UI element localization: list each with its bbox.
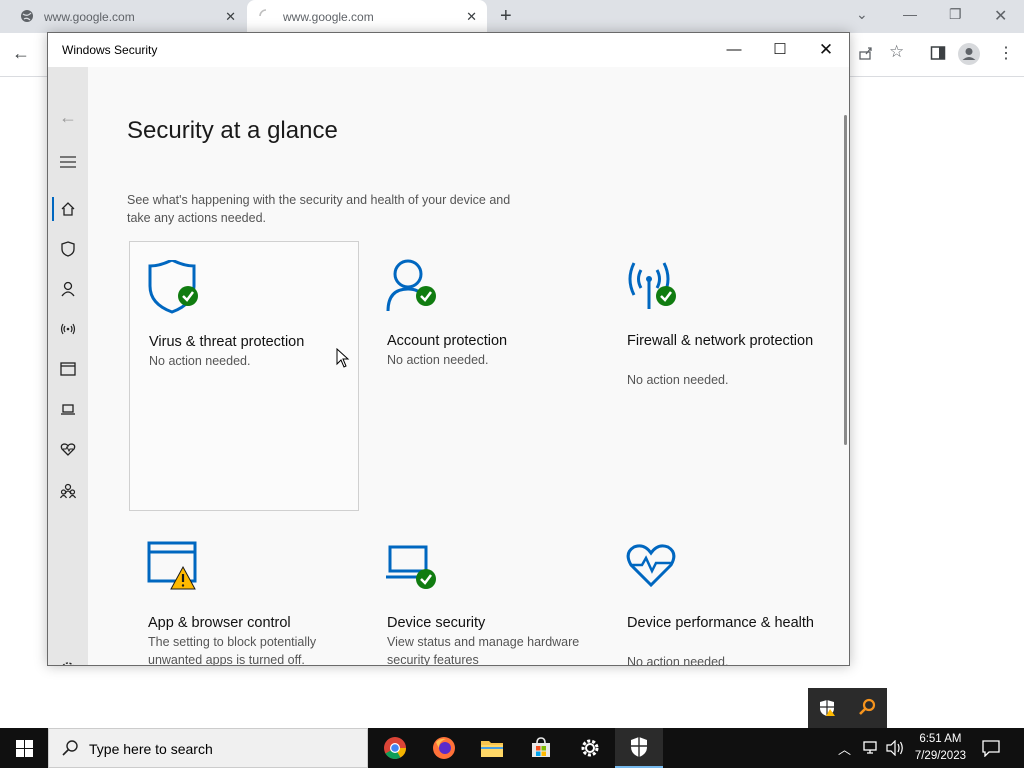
heart-pulse-icon xyxy=(626,541,686,597)
person-check-icon xyxy=(386,259,446,315)
profile-avatar[interactable] xyxy=(958,43,980,70)
windows-security-window: Windows Security — ☐ ✕ ← Security at a g… xyxy=(47,32,850,666)
taskbar-search-box[interactable]: Type here to search xyxy=(48,728,368,768)
tile-status: The setting to block potentially unwante… xyxy=(148,635,317,665)
shield-icon[interactable] xyxy=(58,239,78,259)
tray-overflow-flyout xyxy=(808,688,887,728)
tile-status: No action needed. xyxy=(387,353,489,367)
search-icon xyxy=(62,740,78,761)
search-tool-tray-icon[interactable] xyxy=(858,698,876,721)
browser-tab-active[interactable]: www.google.com ✕ xyxy=(247,0,487,33)
tile-app-browser-control[interactable]: App & browser control The setting to blo… xyxy=(129,523,359,665)
family-icon[interactable] xyxy=(58,481,78,501)
search-placeholder: Type here to search xyxy=(89,741,213,757)
heart-icon[interactable] xyxy=(58,439,78,459)
window-titlebar: Windows Security — ☐ ✕ xyxy=(48,33,849,67)
firefox-icon[interactable] xyxy=(420,728,468,768)
tile-status: No action needed. xyxy=(627,373,729,387)
globe-icon xyxy=(20,9,34,26)
laptop-icon[interactable] xyxy=(58,399,78,419)
gear-icon[interactable] xyxy=(58,659,78,665)
antenna-check-icon xyxy=(626,259,686,315)
restore-icon[interactable]: ❐ xyxy=(949,6,962,23)
settings-icon[interactable] xyxy=(566,728,614,768)
page-title: Security at a glance xyxy=(127,117,338,144)
windows-security-tray-icon[interactable] xyxy=(818,699,836,722)
window-title: Windows Security xyxy=(62,43,158,57)
close-icon[interactable]: ✕ xyxy=(994,6,1007,26)
tile-status: No action needed. xyxy=(149,354,251,368)
laptop-check-icon xyxy=(386,541,446,597)
tile-title: Device security xyxy=(387,615,486,631)
tile-title: Device performance & health xyxy=(627,615,814,631)
browser-tab-bar: www.google.com ✕ www.google.com ✕ + ⌄ — … xyxy=(0,0,1024,33)
tile-title: App & browser control xyxy=(148,615,291,631)
bookmark-star-icon[interactable]: ☆ xyxy=(889,42,904,62)
tile-virus-threat-protection[interactable]: Virus & threat protection No action need… xyxy=(129,241,359,511)
clock-date: 7/29/2023 xyxy=(914,750,966,762)
tab-search-icon[interactable]: ⌄ xyxy=(856,6,868,23)
tile-title: Virus & threat protection xyxy=(149,334,305,350)
main-content: Security at a glance See what's happenin… xyxy=(88,67,849,665)
tab-title: www.google.com xyxy=(44,10,135,24)
new-tab-button[interactable]: + xyxy=(500,5,512,28)
tile-device-security[interactable]: Device security View status and manage h… xyxy=(368,523,598,665)
notification-icon[interactable] xyxy=(982,739,1000,762)
loading-icon xyxy=(259,9,273,26)
taskbar: Type here to search ︿ 6:51 AM 7/29/2023 xyxy=(0,728,1024,768)
windows-logo-icon xyxy=(15,739,33,757)
chrome-icon[interactable] xyxy=(371,728,419,768)
scrollbar[interactable] xyxy=(844,115,847,445)
windows-security-icon[interactable] xyxy=(615,728,663,768)
share-icon[interactable] xyxy=(858,45,874,66)
back-arrow-icon[interactable]: ← xyxy=(12,43,30,64)
back-arrow-icon[interactable]: ← xyxy=(59,107,77,128)
sidebar: ← xyxy=(48,67,88,665)
chevron-up-icon[interactable]: ︿ xyxy=(838,739,851,758)
window-maximize-button[interactable]: ☐ xyxy=(757,36,803,64)
tray-clock[interactable]: 6:51 AM 7/29/2023 xyxy=(915,731,966,765)
store-icon[interactable] xyxy=(517,728,565,768)
shield-check-icon xyxy=(148,258,208,316)
home-icon[interactable] xyxy=(58,199,78,219)
tab-title: www.google.com xyxy=(283,10,374,24)
clock-time: 6:51 AM xyxy=(919,733,962,745)
active-indicator xyxy=(52,197,54,221)
tab-close-icon[interactable]: ✕ xyxy=(466,9,477,25)
app-browser-warning-icon xyxy=(147,541,207,597)
page-description: See what's happening with the security a… xyxy=(127,193,511,225)
browser-tab[interactable]: www.google.com ✕ xyxy=(0,0,246,33)
tile-title: Account protection xyxy=(387,333,508,349)
wifi-icon[interactable] xyxy=(58,319,78,339)
tile-firewall-network-protection[interactable]: Firewall & network protection No action … xyxy=(608,241,838,511)
tile-status: View status and manage hardware security… xyxy=(387,635,580,665)
person-icon[interactable] xyxy=(58,279,78,299)
file-explorer-icon[interactable] xyxy=(468,728,516,768)
volume-icon[interactable] xyxy=(886,739,904,761)
tile-status: No action needed. xyxy=(627,655,729,665)
hamburger-menu-icon[interactable] xyxy=(60,155,76,173)
window-minimize-button[interactable]: — xyxy=(711,36,757,64)
window-close-button[interactable]: ✕ xyxy=(803,36,849,64)
tile-title: Firewall & network protection xyxy=(627,333,814,349)
app-browser-icon[interactable] xyxy=(58,359,78,379)
network-icon[interactable] xyxy=(862,740,880,761)
mouse-cursor-icon xyxy=(336,347,350,373)
minimize-icon[interactable]: — xyxy=(903,6,917,22)
start-button[interactable] xyxy=(0,728,48,768)
tile-device-performance-health[interactable]: Device performance & health No action ne… xyxy=(608,523,838,665)
tile-account-protection[interactable]: Account protection No action needed. xyxy=(368,241,598,511)
menu-dots-icon[interactable]: ⋮ xyxy=(998,43,1014,63)
tab-close-icon[interactable]: ✕ xyxy=(225,9,236,25)
side-panel-icon[interactable] xyxy=(930,45,946,66)
